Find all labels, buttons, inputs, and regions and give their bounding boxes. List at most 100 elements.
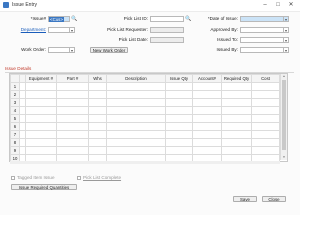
grid-cell[interactable]	[106, 90, 166, 99]
scroll-down-icon[interactable]: ▼	[281, 155, 287, 160]
table-row[interactable]: 4	[10, 106, 280, 115]
grid-cell[interactable]	[25, 106, 57, 115]
grid-cell[interactable]	[221, 90, 252, 99]
grid-cell[interactable]	[221, 82, 252, 91]
grid-cell[interactable]	[106, 82, 166, 91]
pick-list-id-field[interactable]	[150, 16, 184, 22]
grid-cell[interactable]	[25, 122, 57, 131]
department-select[interactable]	[48, 27, 70, 33]
issue-required-quantities-button[interactable]: Issue Required Quantities	[11, 184, 77, 190]
grid-cell[interactable]	[192, 114, 222, 123]
grid-cell[interactable]	[165, 130, 193, 139]
table-row[interactable]: 5	[10, 114, 280, 123]
grid-cell[interactable]	[251, 106, 280, 115]
dropdown-arrow-icon[interactable]: ▾	[284, 27, 289, 33]
grid-cell[interactable]	[165, 98, 193, 107]
grid-cell[interactable]	[251, 130, 280, 139]
grid-cell[interactable]	[106, 98, 166, 107]
grid-cell[interactable]	[192, 130, 222, 139]
grid-cell[interactable]	[88, 82, 107, 91]
grid-cell[interactable]	[221, 146, 252, 155]
grid-cell[interactable]	[221, 138, 252, 147]
dropdown-arrow-icon[interactable]: ▾	[284, 37, 289, 43]
maximize-icon[interactable]: □	[272, 1, 284, 9]
grid-cell[interactable]	[165, 82, 193, 91]
grid-cell[interactable]	[251, 82, 280, 91]
column-header[interactable]: Whs	[88, 74, 107, 83]
issue-details-grid[interactable]: Equipment # Part # Whs Description Issue…	[9, 73, 288, 162]
tagged-item-issue-checkbox[interactable]	[11, 176, 15, 180]
vertical-scrollbar[interactable]: ▲ ▼	[280, 74, 287, 160]
column-header[interactable]: Description	[106, 74, 166, 83]
grid-cell[interactable]	[165, 106, 193, 115]
grid-cell[interactable]	[56, 90, 89, 99]
column-header[interactable]: Part #	[56, 74, 89, 83]
grid-cell[interactable]	[251, 122, 280, 131]
grid-cell[interactable]	[251, 146, 280, 155]
grid-cell[interactable]	[251, 90, 280, 99]
column-header[interactable]: Cost	[251, 74, 280, 83]
grid-cell[interactable]	[25, 146, 57, 155]
grid-cell[interactable]	[165, 138, 193, 147]
approved-by-select[interactable]	[240, 27, 284, 33]
grid-cell[interactable]	[221, 122, 252, 131]
table-row[interactable]: 8	[10, 138, 280, 147]
issued-to-select[interactable]	[240, 37, 284, 43]
grid-cell[interactable]	[221, 114, 252, 123]
grid-cell[interactable]	[56, 146, 89, 155]
horizontal-scrollbar[interactable]	[10, 161, 280, 164]
grid-cell[interactable]	[251, 98, 280, 107]
grid-cell[interactable]	[88, 122, 107, 131]
table-row[interactable]: 1	[10, 82, 280, 91]
grid-cell[interactable]	[56, 130, 89, 139]
close-icon[interactable]: ✕	[285, 1, 297, 9]
date-of-issue-field[interactable]	[240, 16, 284, 22]
grid-cell[interactable]	[192, 90, 222, 99]
grid-cell[interactable]	[56, 122, 89, 131]
work-order-select[interactable]	[48, 47, 70, 53]
pick-list-complete-checkbox[interactable]	[77, 176, 81, 180]
grid-cell[interactable]	[251, 114, 280, 123]
grid-cell[interactable]	[165, 122, 193, 131]
grid-cell[interactable]	[56, 138, 89, 147]
grid-cell[interactable]	[25, 98, 57, 107]
dropdown-arrow-icon[interactable]: ▾	[70, 27, 75, 33]
grid-cell[interactable]	[192, 146, 222, 155]
grid-cell[interactable]	[25, 130, 57, 139]
grid-cell[interactable]	[165, 146, 193, 155]
grid-cell[interactable]	[221, 98, 252, 107]
column-header[interactable]: Issue Qty	[165, 74, 193, 83]
grid-cell[interactable]	[165, 114, 193, 123]
grid-cell[interactable]	[88, 146, 107, 155]
table-row[interactable]: 6	[10, 122, 280, 131]
grid-cell[interactable]	[88, 138, 107, 147]
grid-cell[interactable]	[106, 138, 166, 147]
grid-cell[interactable]	[56, 106, 89, 115]
column-header[interactable]: Equipment #	[25, 74, 57, 83]
dropdown-arrow-icon[interactable]: ▾	[284, 47, 289, 53]
dropdown-arrow-icon[interactable]: ▾	[70, 47, 75, 53]
grid-cell[interactable]	[88, 106, 107, 115]
grid-cell[interactable]	[88, 130, 107, 139]
close-button[interactable]: Close	[262, 196, 286, 202]
search-icon[interactable]: 🔍	[71, 16, 77, 22]
scroll-up-icon[interactable]: ▲	[281, 74, 287, 79]
grid-cell[interactable]	[88, 98, 107, 107]
table-row[interactable]: 9	[10, 146, 280, 155]
grid-cell[interactable]	[106, 122, 166, 131]
grid-cell[interactable]	[106, 146, 166, 155]
grid-cell[interactable]	[56, 98, 89, 107]
minimize-icon[interactable]: –	[259, 1, 271, 9]
scrollbar-thumb[interactable]	[282, 80, 286, 150]
grid-cell[interactable]	[106, 106, 166, 115]
grid-cell[interactable]	[106, 114, 166, 123]
grid-cell[interactable]	[165, 90, 193, 99]
grid-cell[interactable]	[88, 114, 107, 123]
dropdown-arrow-icon[interactable]: ▾	[284, 16, 289, 22]
grid-cell[interactable]	[88, 90, 107, 99]
grid-cell[interactable]	[251, 138, 280, 147]
grid-cell[interactable]	[192, 98, 222, 107]
column-header[interactable]: Account#	[192, 74, 222, 83]
table-row[interactable]: 2	[10, 90, 280, 99]
grid-cell[interactable]	[25, 82, 57, 91]
